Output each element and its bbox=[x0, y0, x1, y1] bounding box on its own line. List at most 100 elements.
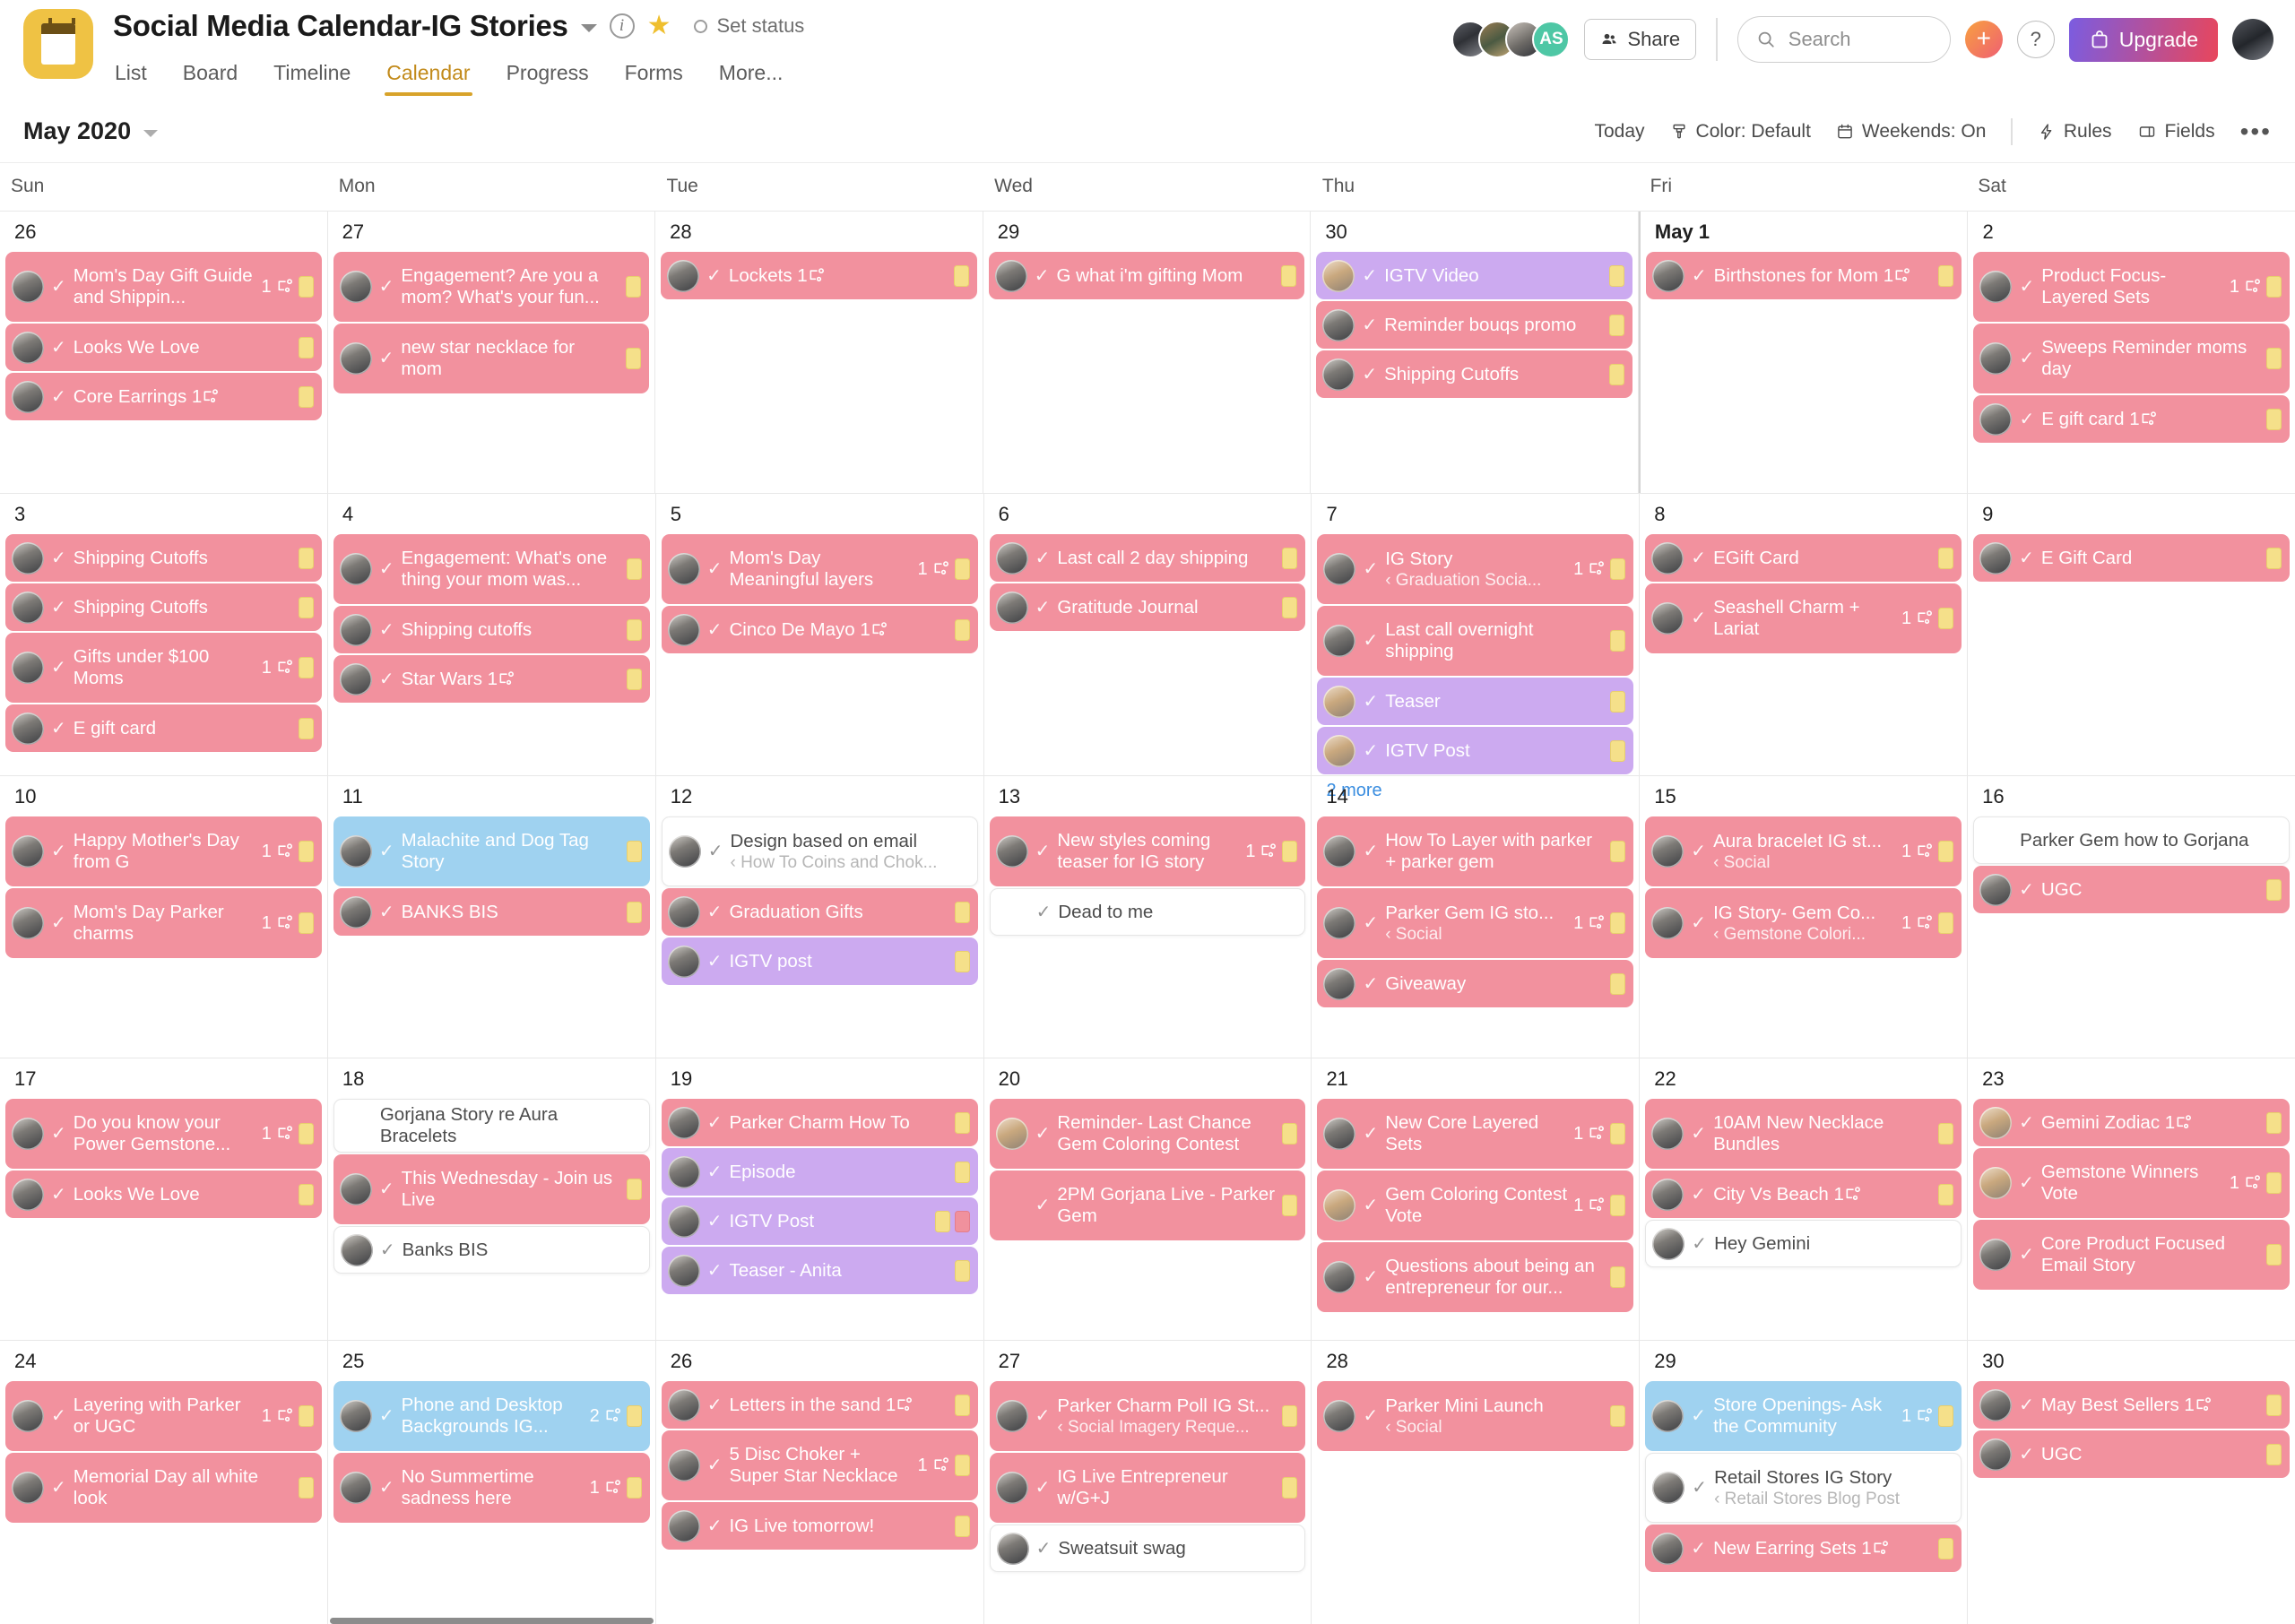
tag-chip[interactable] bbox=[298, 276, 314, 298]
tag-chip[interactable] bbox=[1938, 841, 1954, 862]
tag-chip[interactable] bbox=[1282, 1123, 1298, 1145]
calendar-event-card[interactable]: ✓ Looks We Love bbox=[5, 1170, 322, 1218]
tag-chip[interactable] bbox=[954, 901, 970, 923]
tag-chip[interactable] bbox=[953, 264, 969, 287]
assignee-avatar[interactable] bbox=[339, 662, 372, 695]
day-cell[interactable]: 22 ✓ 10AM New Necklace Bundles ✓ City Vs Bea… bbox=[1640, 1058, 1969, 1340]
star-icon[interactable]: ★ bbox=[647, 13, 671, 39]
calendar-event-card[interactable]: ✓ New Earring Sets 1 bbox=[1645, 1525, 1962, 1572]
tab-more[interactable]: More... bbox=[717, 56, 785, 96]
chevron-down-icon[interactable] bbox=[580, 23, 597, 32]
calendar-event-card[interactable]: ✓ EGift Card bbox=[1645, 534, 1962, 582]
tag-chip[interactable] bbox=[954, 1259, 970, 1282]
day-cell[interactable]: 30 ✓ May Best Sellers 1 ✓ UGC bbox=[1968, 1341, 2295, 1624]
assignee-avatar[interactable] bbox=[1979, 1239, 2013, 1271]
assignee-avatar[interactable] bbox=[12, 331, 44, 364]
tag-chip[interactable] bbox=[1282, 1405, 1298, 1427]
assignee-avatar[interactable] bbox=[667, 895, 700, 929]
day-cell[interactable]: 3 ✓ Shipping Cutoffs ✓ Shipping Cutoffs ✓ Gift… bbox=[0, 494, 328, 775]
calendar-event-card[interactable]: ✓ IGTV post bbox=[661, 937, 978, 985]
calendar-event-card[interactable]: ✓ Happy Mother's Day from G 1 bbox=[5, 816, 322, 886]
assignee-avatar[interactable] bbox=[667, 613, 700, 646]
calendar-event-card[interactable]: ✓ Gemstone Winners Vote 1 bbox=[1973, 1148, 2291, 1218]
calendar-event-card[interactable]: ✓ Aura bracelet IG st... ‹ Social 1 bbox=[1645, 816, 1962, 886]
calendar-event-card[interactable]: ✓ IGTV Video bbox=[1316, 252, 1632, 299]
checkmark-icon[interactable]: ✓ bbox=[379, 1407, 394, 1425]
checkmark-icon[interactable]: ✓ bbox=[707, 903, 723, 921]
calendar-event-card[interactable]: ✓ Shipping Cutoffs bbox=[5, 583, 322, 631]
checkmark-icon[interactable]: ✓ bbox=[379, 1180, 394, 1198]
checkmark-icon[interactable]: ✓ bbox=[2019, 1246, 2034, 1264]
month-selector[interactable]: May 2020 bbox=[23, 117, 159, 145]
checkmark-icon[interactable]: ✓ bbox=[1035, 267, 1050, 285]
calendar-event-card[interactable]: ✓ Shipping cutoffs bbox=[333, 606, 650, 653]
today-button[interactable]: Today bbox=[1594, 121, 1644, 143]
calendar-event-card[interactable]: ✓ Do you know your Power Gemstone... 1 bbox=[5, 1099, 322, 1169]
assignee-avatar[interactable] bbox=[667, 1509, 700, 1542]
assignee-avatar[interactable] bbox=[995, 1400, 1028, 1432]
calendar-event-card[interactable]: ✓ Teaser bbox=[1317, 678, 1634, 725]
member-avatars[interactable]: AS bbox=[1451, 21, 1571, 58]
assignee-avatar[interactable] bbox=[1323, 907, 1356, 939]
day-cell[interactable]: 15 ✓ Aura bracelet IG st... ‹ Social 1 ✓ IG St… bbox=[1640, 776, 1969, 1058]
checkmark-icon[interactable]: ✓ bbox=[1691, 842, 1706, 860]
checkmark-icon[interactable]: ✓ bbox=[1363, 1268, 1378, 1286]
assignee-avatar[interactable] bbox=[1322, 308, 1355, 341]
checkmark-icon[interactable]: ✓ bbox=[707, 1163, 723, 1181]
tag-chip[interactable] bbox=[1610, 841, 1626, 862]
assignee-avatar[interactable] bbox=[667, 1388, 700, 1421]
share-button[interactable]: Share bbox=[1584, 19, 1697, 60]
assignee-avatar[interactable] bbox=[12, 1178, 44, 1211]
day-cell[interactable]: 11 ✓ Malachite and Dog Tag Story ✓ BANKS BIS bbox=[328, 776, 656, 1058]
checkmark-icon[interactable]: ✓ bbox=[1035, 549, 1051, 567]
calendar-event-card[interactable]: ✓ Reminder- Last Chance Gem Coloring Cont… bbox=[989, 1099, 1306, 1169]
checkmark-icon[interactable]: ✓ bbox=[1363, 560, 1378, 578]
calendar-event-card[interactable]: ✓ Teaser - Anita bbox=[661, 1247, 978, 1294]
checkmark-icon[interactable]: ✓ bbox=[51, 1407, 66, 1425]
checkmark-icon[interactable]: ✓ bbox=[1363, 1125, 1378, 1143]
tag-chip[interactable] bbox=[1610, 1266, 1626, 1288]
calendar-event-card[interactable]: ✓ Layering with Parker or UGC 1 bbox=[5, 1381, 322, 1451]
checkmark-icon[interactable]: ✓ bbox=[707, 953, 723, 971]
checkmark-icon[interactable]: ✓ bbox=[51, 720, 66, 738]
question-mark-icon[interactable]: ? bbox=[2016, 21, 2055, 58]
assignee-avatar[interactable] bbox=[12, 652, 44, 684]
assignee-avatar[interactable] bbox=[995, 591, 1028, 624]
calendar-event-card[interactable]: ✓ Lockets 1 bbox=[661, 252, 977, 299]
checkmark-icon[interactable]: ✓ bbox=[51, 842, 66, 860]
checkmark-icon[interactable]: ✓ bbox=[706, 267, 722, 285]
tag-chip[interactable] bbox=[298, 1123, 314, 1145]
calendar-event-card[interactable]: ✓ Memorial Day all white look bbox=[5, 1453, 322, 1523]
calendar-event-card[interactable]: ✓ IG Live tomorrow! bbox=[661, 1502, 978, 1550]
assignee-avatar[interactable] bbox=[339, 895, 372, 929]
calendar-event-card[interactable]: ✓ Banks BIS bbox=[333, 1226, 650, 1274]
calendar-event-card[interactable]: ✓ Core Earrings 1 bbox=[5, 373, 322, 420]
day-cell[interactable]: 28 ✓ Parker Mini Launch ‹ Social bbox=[1312, 1341, 1641, 1624]
assignee-avatar[interactable] bbox=[12, 380, 44, 413]
tag-chip[interactable] bbox=[2266, 1394, 2282, 1416]
tag-chip[interactable] bbox=[1610, 972, 1626, 995]
checkmark-icon[interactable]: ✓ bbox=[379, 350, 394, 367]
checkmark-icon[interactable]: ✓ bbox=[1363, 632, 1378, 650]
assignee-avatar[interactable] bbox=[1323, 553, 1356, 585]
tag-chip[interactable] bbox=[1282, 1195, 1298, 1216]
checkmark-icon[interactable]: ✓ bbox=[1692, 1235, 1707, 1253]
calendar-event-card[interactable]: ✓ How To Layer with parker + parker gem bbox=[1317, 816, 1634, 886]
assignee-avatar[interactable] bbox=[1322, 358, 1355, 391]
tag-chip[interactable] bbox=[954, 1455, 970, 1476]
horizontal-scrollbar[interactable] bbox=[329, 1618, 654, 1624]
checkmark-icon[interactable]: ✓ bbox=[379, 1479, 394, 1497]
checkmark-icon[interactable]: ✓ bbox=[51, 1125, 66, 1143]
calendar-event-card[interactable]: ✓ Dead to me bbox=[989, 888, 1306, 936]
plus-icon[interactable]: + bbox=[1964, 21, 2003, 58]
tag-chip[interactable] bbox=[2266, 1111, 2282, 1134]
checkmark-icon[interactable]: ✓ bbox=[1036, 903, 1052, 921]
calendar-event-card[interactable]: ✓ IG Story ‹ Graduation Socia... 1 bbox=[1317, 534, 1634, 604]
tag-chip[interactable] bbox=[626, 276, 642, 298]
calendar-event-card[interactable]: ✓ E gift card 1 bbox=[1973, 395, 2291, 443]
calendar-event-card[interactable]: ✓ E Gift Card bbox=[1973, 534, 2291, 582]
checkmark-icon[interactable]: ✓ bbox=[51, 914, 66, 932]
calendar-event-card[interactable]: ✓ IG Live Entrepreneur w/G+J bbox=[989, 1453, 1306, 1523]
tag-chip[interactable] bbox=[1610, 1123, 1626, 1145]
tag-chip[interactable] bbox=[1610, 1195, 1626, 1216]
